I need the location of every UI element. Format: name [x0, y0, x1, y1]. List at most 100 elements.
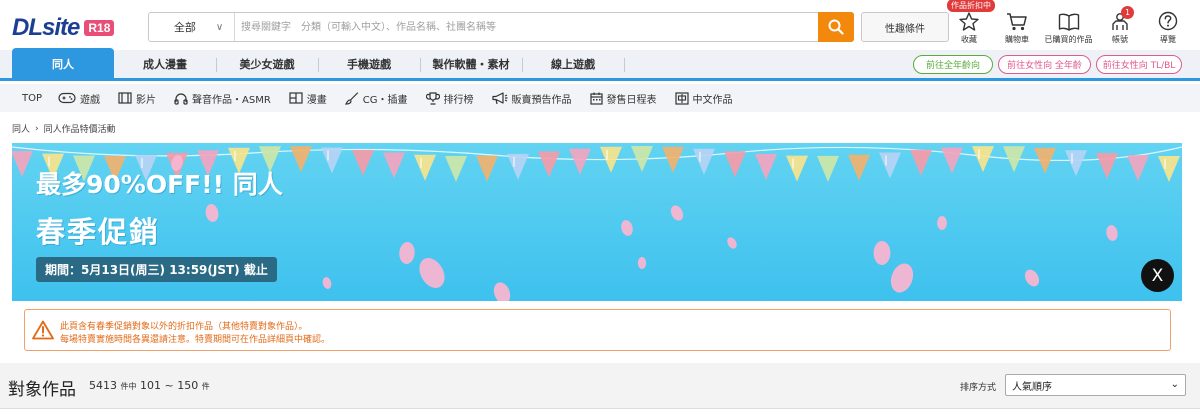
category-games[interactable]: 遊戲 — [58, 91, 100, 106]
star-icon — [959, 12, 979, 31]
header-icons: 收藏 購物車 已購買的作品 帳號 1 導覽 — [945, 0, 1192, 52]
bunting-flag — [848, 154, 870, 181]
bunting-flag — [1096, 152, 1118, 179]
banner-period: 期間：5月13日(周三) 13:59(JST) 截止 — [36, 257, 277, 282]
search-button[interactable] — [818, 12, 854, 42]
bunting-flag — [383, 152, 405, 179]
banner-title-line2: 春季促銷 — [36, 215, 161, 249]
category-schedule[interactable]: 發售日程表 — [589, 91, 657, 106]
bunting-flag — [507, 153, 529, 180]
cart-label: 購物車 — [1005, 35, 1029, 44]
breadcrumb-root[interactable]: 同人 — [12, 122, 30, 135]
bunting-flag — [1158, 155, 1180, 182]
category-label: 中文作品 — [692, 94, 733, 106]
cart-icon — [1007, 13, 1027, 31]
bunting-flag — [817, 155, 839, 182]
results-of-label: 件中 — [120, 382, 137, 391]
x-share-icon[interactable]: X — [1141, 259, 1174, 292]
favorites-button[interactable]: 收藏 — [945, 0, 993, 52]
category-chinese[interactable]: 中文作品 — [674, 91, 733, 106]
site-header: DLsite R18 全部 ∨ 性趣條件 作品折扣中 收藏 購物車 已購買的作品… — [0, 0, 1200, 52]
cherry-petal — [493, 282, 511, 301]
bunting-flag — [476, 155, 498, 182]
bunting-flag — [569, 148, 591, 175]
gamepad-icon — [58, 92, 76, 104]
results-total: 5413 — [89, 379, 117, 392]
bunting-flag — [662, 146, 684, 173]
sale-banner[interactable]: 最多90%OFF!! 同人 春季促銷 期間：5月13日(周三) 13:59(JS… — [12, 143, 1182, 301]
tab-doujin[interactable]: 同人 — [12, 48, 114, 79]
bunting-flag — [352, 149, 374, 176]
bunting-flag — [972, 146, 994, 173]
cherry-petal — [937, 216, 947, 230]
tab-mobile-games[interactable]: 手機遊戲 — [318, 50, 420, 78]
tab-creation-tools[interactable]: 製作軟體・素材 — [420, 50, 522, 78]
cherry-petal — [670, 205, 684, 221]
category-label: 販賣預告作品 — [511, 94, 572, 106]
category-label: 發售日程表 — [606, 94, 657, 106]
bunting-flag — [12, 151, 33, 177]
breadcrumb: 同人 › 同人作品特價活動 — [12, 122, 116, 136]
search-input[interactable] — [235, 13, 818, 41]
cherry-petal — [621, 220, 633, 236]
category-ranking[interactable]: 排行榜 — [425, 91, 474, 106]
account-button[interactable]: 帳號 1 — [1096, 0, 1144, 52]
preference-button[interactable]: 性趣條件 — [861, 12, 949, 42]
tab-adult-comics[interactable]: 成人漫畫 — [114, 50, 216, 78]
guide-button[interactable]: 導覽 — [1144, 0, 1192, 52]
bunting-flag — [941, 147, 963, 174]
headphones-icon — [174, 92, 188, 105]
category-nav: TOP 遊戲 影片 聲音作品・ASMR 漫畫 CG・插畫 排行榜 販賣預告作品 … — [0, 84, 1200, 112]
trophy-icon — [425, 91, 440, 105]
film-icon — [118, 92, 132, 104]
results-bar: 對象作品 5413 件中 101 ~ 150 件 排序方式 人氣順序 ⌄ — [0, 363, 1200, 408]
cherry-petal — [727, 237, 737, 249]
purchased-label: 已購買的作品 — [1044, 35, 1093, 44]
tab-bishoujo-games[interactable]: 美少女遊戲 — [216, 50, 318, 78]
bunting-flag — [724, 151, 746, 178]
megaphone-icon — [491, 91, 508, 104]
book-icon — [1058, 13, 1079, 31]
notice-line-2: 每場特賣實施時間各異還請注意。特賣期間可在作品詳細頁中確認。 — [60, 335, 331, 345]
category-announcements[interactable]: 販賣預告作品 — [491, 91, 572, 106]
category-videos[interactable]: 影片 — [118, 91, 156, 106]
purchased-button[interactable]: 已購買的作品 — [1041, 0, 1096, 52]
dlsite-logo[interactable]: DLsite R18 — [12, 14, 115, 42]
all-ages-link[interactable]: 前往全年齡向 — [913, 55, 993, 74]
category-audio[interactable]: 聲音作品・ASMR — [174, 91, 271, 106]
cherry-petal — [1106, 225, 1118, 241]
female-tl-bl-link[interactable]: 前往女性向 TL/BL — [1096, 55, 1182, 74]
help-icon — [1158, 11, 1178, 31]
cherry-petal — [322, 277, 332, 289]
cherry-petal — [1024, 269, 1040, 287]
sale-notice: 此頁含有春季促銷對象以外的折扣作品（其他特賣對象作品）。 每場特賣實施時間各異還… — [24, 309, 1171, 351]
category-top[interactable]: TOP — [22, 93, 42, 104]
tab-divider — [624, 58, 625, 72]
notification-badge: 1 — [1121, 6, 1134, 19]
chevron-down-icon: ⌄ — [1170, 379, 1179, 390]
sort-select[interactable]: 人氣順序 ⌄ — [1005, 374, 1186, 396]
category-label: 遊戲 — [80, 94, 101, 106]
chinese-character-icon — [674, 91, 689, 105]
category-manga[interactable]: 漫畫 — [289, 91, 327, 106]
category-label: 影片 — [136, 94, 157, 106]
cart-button[interactable]: 購物車 — [993, 0, 1041, 52]
chevron-down-icon: ∨ — [215, 21, 224, 33]
results-count: 5413 件中 101 ~ 150 件 — [89, 379, 210, 392]
tab-online-games[interactable]: 線上遊戲 — [522, 50, 624, 78]
category-cg[interactable]: CG・插畫 — [344, 91, 408, 106]
search-category-select[interactable]: 全部 ∨ — [149, 13, 235, 41]
sort-value: 人氣順序 — [1012, 381, 1052, 393]
bunting-flag — [414, 154, 436, 181]
brush-icon — [344, 91, 358, 105]
female-all-ages-link[interactable]: 前往女性向 全年齡 — [998, 55, 1091, 74]
notice-line-1: 此頁含有春季促銷對象以外的折扣作品（其他特賣對象作品）。 — [60, 322, 308, 332]
cherry-petal — [399, 242, 415, 264]
divider — [0, 408, 1200, 409]
cherry-petal — [637, 257, 647, 269]
bunting-flag — [1065, 150, 1087, 177]
breadcrumb-current: 同人作品特價活動 — [43, 125, 116, 135]
bunting-flag — [445, 155, 467, 182]
bunting-flag — [1127, 155, 1149, 182]
bunting-flag — [321, 147, 343, 174]
